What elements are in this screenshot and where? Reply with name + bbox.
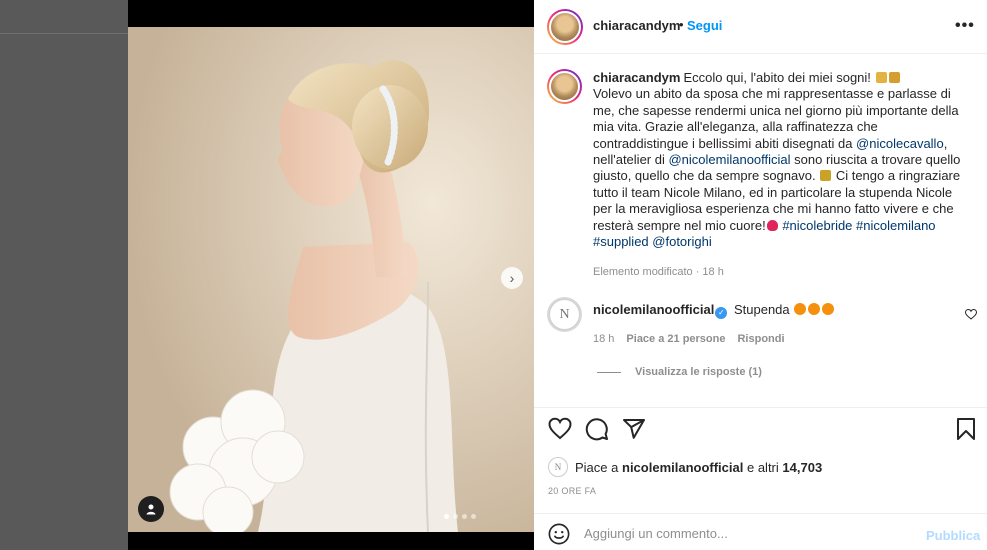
likes-prefix: Piace a [575, 459, 619, 475]
caption-line: nell'atelier di @nicolemilanoofficial so… [593, 152, 965, 168]
mention-link[interactable]: @nicolecavallo [856, 136, 944, 151]
caption-line: mia vita. Grazie all'eleganza, alla raff… [593, 119, 965, 135]
hashtag-link[interactable]: #supplied [593, 234, 649, 249]
comment-time: 18 h [593, 333, 615, 345]
view-replies-button[interactable]: Visualizza le risposte (1) [597, 366, 762, 378]
carousel-dot [444, 514, 449, 519]
carousel-dot [462, 514, 467, 519]
emoji-sparkles-icon [820, 170, 832, 182]
caption-text: Eccolo qui, l'abito dei miei sogni! [683, 70, 875, 85]
more-options-icon[interactable]: ••• [955, 17, 975, 35]
caption-text: per la meravigliosa esperienza che mi ha… [593, 201, 954, 217]
caption-line: Volevo un abito da sposa che mi rapprese… [593, 86, 965, 102]
actions-divider [534, 407, 987, 408]
caption-text: contraddistingue i bellissimi abiti dise… [593, 135, 857, 151]
header-separator: • [679, 17, 684, 32]
share-icon[interactable] [622, 417, 646, 441]
caption-line: #supplied @fotorighi [593, 234, 965, 250]
caption-line: chiaracandym Eccolo qui, l'abito dei miei… [593, 70, 965, 86]
caption-line: tutto il team Nicole Milano, ed in parti… [593, 185, 965, 201]
post-caption: chiaracandym Eccolo qui, l'abito dei miei… [593, 70, 965, 250]
author-avatar[interactable] [547, 9, 583, 45]
hashtag-link[interactable]: #nicolebride [782, 218, 852, 233]
emoji-ring-icon [888, 72, 900, 83]
carousel-dot [453, 514, 458, 519]
like-heart-icon[interactable] [548, 417, 572, 441]
mention-link[interactable]: @nicolemilanoofficial [668, 152, 790, 167]
comment-likes[interactable]: Piace a 21 persone [626, 333, 725, 345]
publish-button[interactable]: Pubblica [926, 528, 980, 543]
likes-conj: e altri [746, 459, 779, 475]
carousel-dot [471, 514, 476, 519]
caption-username[interactable]: chiaracandym [593, 70, 680, 85]
save-bookmark-icon[interactable] [955, 417, 977, 441]
emoji-bride-icon [875, 72, 887, 83]
verified-badge-icon: ✓ [715, 307, 728, 319]
backdrop-left [0, 0, 128, 550]
chevron-right-icon: › [509, 270, 515, 286]
mention-link[interactable]: @fotorighi [652, 234, 711, 249]
caption-text: , [943, 135, 948, 151]
likes-summary: N Piace a nicolemilanoofficial e altri 1… [548, 457, 822, 477]
caption-line: per la meravigliosa esperienza che mi ha… [593, 201, 965, 217]
likes-count[interactable]: 14,703 [782, 460, 822, 475]
caption-line: giusto, quello che da sempre sognavo. Ci… [593, 168, 965, 184]
liker-avatar[interactable]: N [548, 457, 568, 477]
caption-line: me, che sapesse rendermi unica nel giorn… [593, 103, 965, 119]
post-panel: chiaracandym • Segui ••• chiaracandym Ecc… [534, 0, 987, 550]
carousel-next-button[interactable]: › [501, 267, 523, 289]
post-header: chiaracandym • Segui ••• [534, 0, 987, 54]
carousel-indicator [444, 514, 476, 519]
caption-line: resterà sempre nel mio cuore! #nicolebri… [593, 218, 965, 234]
comment-like-heart-icon[interactable] [965, 309, 977, 320]
author-username[interactable]: chiaracandym [593, 18, 680, 33]
post-media [128, 0, 534, 550]
caption-text: me, che sapesse rendermi unica nel giorn… [593, 102, 959, 118]
heart-eyes-emoji-icon [822, 303, 835, 315]
caption-text: Volevo un abito da sposa che mi rapprese… [593, 86, 951, 102]
tagged-users-button[interactable] [138, 496, 164, 522]
bride-illustration [128, 27, 534, 532]
comment-icon[interactable] [585, 417, 609, 441]
commenter-username[interactable]: nicolemilanoofficial [593, 302, 714, 317]
caption-avatar[interactable] [547, 69, 582, 104]
caption-text: nell'atelier di [593, 152, 669, 168]
hashtag-link[interactable]: #nicolemilano [856, 218, 936, 233]
caption-text: tutto il team Nicole Milano, ed in parti… [593, 184, 953, 200]
comment-text: Stupenda [733, 302, 790, 317]
heart-eyes-emoji-icon [794, 303, 807, 315]
post-photo[interactable] [128, 27, 534, 532]
reply-button[interactable]: Rispondi [737, 333, 784, 345]
user-icon [146, 504, 156, 515]
caption-edited-meta: Elemento modificato · 18 h [593, 266, 724, 278]
caption-line: contraddistingue i bellissimi abiti dise… [593, 136, 965, 152]
comment-input[interactable] [584, 522, 914, 544]
commenter-avatar[interactable]: N [547, 297, 582, 332]
comment: nicolemilanoofficial ✓ Stupenda [593, 302, 835, 319]
caption-text: mia vita. Grazie all'eleganza, alla raff… [593, 119, 878, 135]
emoji-smile-icon[interactable] [548, 523, 570, 545]
heart-eyes-emoji-icon [808, 303, 821, 315]
caption-text: giusto, quello che da sempre sognavo. [593, 168, 820, 184]
post-time-ago: 20 ORE FA [548, 486, 597, 496]
emoji-heart-icon [766, 219, 778, 231]
caption-text: sono riuscita a trovare quello [790, 152, 961, 168]
view-replies-label: Visualizza le risposte (1) [635, 366, 762, 378]
add-comment-bar: Pubblica [534, 513, 987, 550]
caption-text: Ci tengo a ringraziare [832, 168, 961, 184]
caption-text: resterà sempre nel mio cuore! [593, 217, 766, 233]
comment-meta: 18 h Piace a 21 persone Rispondi [593, 333, 785, 345]
liker-username[interactable]: nicolemilanoofficial [622, 460, 743, 475]
follow-button[interactable]: Segui [687, 18, 722, 33]
